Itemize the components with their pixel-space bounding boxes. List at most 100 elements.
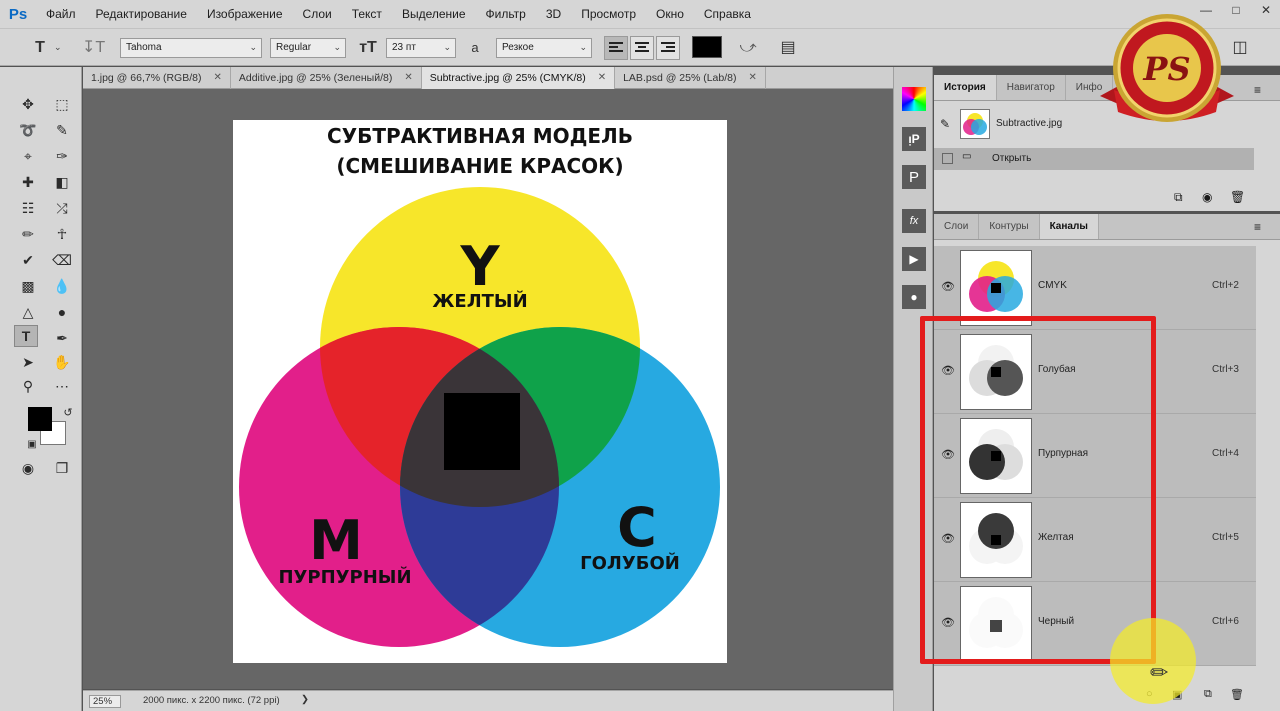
history-step-open[interactable]: ▭ Открыть [934, 148, 1254, 170]
zoom-tool-icon[interactable]: ⚲ [16, 375, 40, 397]
quick-mask-icon[interactable]: ◉ [16, 457, 40, 479]
brush-tool-icon[interactable]: ✏ [16, 223, 40, 245]
close-tab-icon[interactable]: ✕ [748, 67, 756, 89]
type-tool-icon[interactable]: T [28, 38, 52, 58]
tab-1-jpg[interactable]: 1.jpg @ 66,7% (RGB/8) ✕ [83, 67, 231, 89]
channel-shortcut: Ctrl+3 [1212, 364, 1239, 375]
menu-view[interactable]: Просмотр [571, 0, 646, 28]
swap-colors-icon[interactable]: ↺ [56, 401, 80, 423]
lasso-tool-icon[interactable]: ➰ [16, 119, 40, 141]
svg-text:PS: PS [1142, 50, 1190, 88]
menu-select[interactable]: Выделение [392, 0, 476, 28]
tool-presets-icon[interactable]: ● [902, 285, 926, 309]
close-tab-icon[interactable]: ✕ [598, 67, 606, 89]
content-aware-icon[interactable]: ☷ [16, 197, 40, 219]
menu-help[interactable]: Справка [694, 0, 761, 28]
align-center-button[interactable] [630, 36, 654, 60]
history-step-icon: ▭ [962, 151, 972, 162]
quick-selection-icon[interactable]: ✎ [50, 119, 74, 141]
align-right-button[interactable] [656, 36, 680, 60]
tool-preset-chevron-icon[interactable]: ⌄ [54, 42, 62, 62]
tab-layers[interactable]: Слои [934, 214, 980, 239]
document-canvas[interactable]: СУБТРАКТИВНАЯ МОДЕЛЬ (СМЕШИВАНИЕ КРАСОК)… [233, 120, 727, 663]
doc-info: 2000 пикс. x 2200 пикс. (72 ppi) [143, 695, 280, 706]
font-family-select[interactable]: Tahoma ⌄ [120, 38, 262, 58]
close-tab-icon[interactable]: ✕ [404, 67, 412, 89]
default-colors-icon[interactable]: ▣ [20, 433, 44, 455]
spot-healing-icon[interactable]: ✚ [16, 171, 40, 193]
styles-panel-icon[interactable]: ᴉP [902, 127, 926, 151]
menu-window[interactable]: Окно [646, 0, 694, 28]
patch-tool-icon[interactable]: ◧ [50, 171, 74, 193]
anti-alias-select[interactable]: Резкое ⌄ [496, 38, 592, 58]
status-menu-icon[interactable]: ❯ [301, 694, 309, 705]
crop-tool-icon[interactable]: ⌖ [16, 145, 40, 167]
text-color-swatch[interactable] [692, 36, 722, 58]
pencil-cursor-icon: ✏ [1150, 660, 1169, 685]
gradient-tool-icon[interactable]: ▩ [16, 275, 40, 297]
eraser-tool-icon[interactable]: ⌫ [50, 249, 74, 271]
align-center-icon [635, 42, 649, 52]
new-channel-icon[interactable]: ⧉ [1204, 688, 1212, 701]
paragraph-panel-icon[interactable]: P [902, 165, 926, 189]
thumb-cmyk [969, 261, 1023, 312]
warp-text-icon[interactable]: ⤻ [736, 38, 760, 58]
camera-icon[interactable]: ◉ [1202, 190, 1212, 204]
path-selection-icon[interactable]: ➤ [16, 351, 40, 373]
tab-paths[interactable]: Контуры [979, 214, 1040, 239]
character-panel-icon[interactable]: ▤ [776, 38, 800, 58]
pen-tool-icon[interactable]: ✒ [50, 327, 74, 349]
fx-panel-icon[interactable]: fx [902, 209, 926, 233]
tab-additive[interactable]: Additive.jpg @ 25% (Зеленый/8) ✕ [231, 67, 422, 89]
align-left-button[interactable] [604, 36, 628, 60]
zoom-field[interactable]: 25% [89, 695, 121, 708]
menu-edit[interactable]: Редактирование [86, 0, 197, 28]
clone-stamp-icon[interactable]: ☥ [50, 223, 74, 245]
foreground-color-front [28, 407, 52, 431]
menu-filter[interactable]: Фильтр [476, 0, 536, 28]
font-style-select[interactable]: Regular ⌄ [270, 38, 346, 58]
delete-channel-icon[interactable]: 🗑 [1230, 688, 1244, 701]
hand-tool-icon[interactable]: ✋ [50, 351, 74, 373]
font-size-select[interactable]: 23 пт ⌄ [386, 38, 456, 58]
panel-menu-icon[interactable]: ≡ [1254, 83, 1261, 97]
close-icon[interactable]: ✕ [1252, 0, 1280, 20]
move-tool-icon[interactable]: ✥ [16, 93, 40, 115]
menu-image[interactable]: Изображение [197, 0, 293, 28]
new-document-from-state-icon[interactable]: ⧉ [1174, 190, 1183, 205]
menu-3d[interactable]: 3D [536, 0, 571, 28]
trash-icon[interactable]: 🗑 [1230, 190, 1245, 204]
marquee-tool-icon[interactable]: ⬚ [50, 93, 74, 115]
eyedropper-tool-icon[interactable]: ✑ [50, 145, 74, 167]
burn-tool-icon[interactable]: ● [50, 301, 74, 323]
actions-play-icon[interactable]: ▶ [902, 247, 926, 271]
history-brush-icon[interactable]: ✔ [16, 249, 40, 271]
tab-navigator[interactable]: Навигатор [997, 75, 1066, 100]
type-tool-button[interactable]: T [14, 325, 38, 347]
dodge-tool-icon[interactable]: △ [16, 301, 40, 323]
orientation-toggle-icon[interactable]: ↧T [82, 38, 105, 58]
menu-bar: Ps Файл Редактирование Изображение Слои … [0, 0, 1280, 28]
history-snapshot-thumb[interactable] [960, 109, 990, 139]
font-size-icon: тT [359, 39, 377, 56]
tab-channels[interactable]: Каналы [1039, 214, 1099, 239]
tab-subtractive[interactable]: Subtractive.jpg @ 25% (CMYK/8) ✕ [421, 67, 616, 89]
screen-mode-icon[interactable]: ❐ [50, 457, 74, 479]
subtractive-diagram: СУБТРАКТИВНАЯ МОДЕЛЬ (СМЕШИВАНИЕ КРАСОК)… [239, 124, 720, 647]
visibility-eye-icon[interactable]: 👁 [940, 280, 956, 294]
more-tools-icon[interactable]: ⋯ [50, 375, 74, 397]
tab-history[interactable]: История [934, 75, 997, 100]
color-panel-icon[interactable] [902, 87, 926, 111]
canvas-area[interactable]: СУБТРАКТИВНАЯ МОДЕЛЬ (СМЕШИВАНИЕ КРАСОК)… [83, 89, 893, 689]
black-square [444, 393, 520, 470]
close-tab-icon[interactable]: ✕ [213, 67, 221, 89]
menu-file[interactable]: Файл [36, 0, 86, 28]
history-brush-source-icon[interactable]: ✎ [940, 117, 950, 131]
history-step-checkbox[interactable] [942, 153, 953, 164]
blur-tool-icon[interactable]: 💧 [50, 275, 74, 297]
menu-type[interactable]: Текст [342, 0, 392, 28]
puppet-warp-icon[interactable]: ⤮ [50, 197, 74, 219]
panel-menu-icon[interactable]: ≡ [1254, 220, 1261, 234]
tab-lab[interactable]: LAB.psd @ 25% (Lab/8) ✕ [615, 67, 766, 89]
menu-layers[interactable]: Слои [293, 0, 342, 28]
